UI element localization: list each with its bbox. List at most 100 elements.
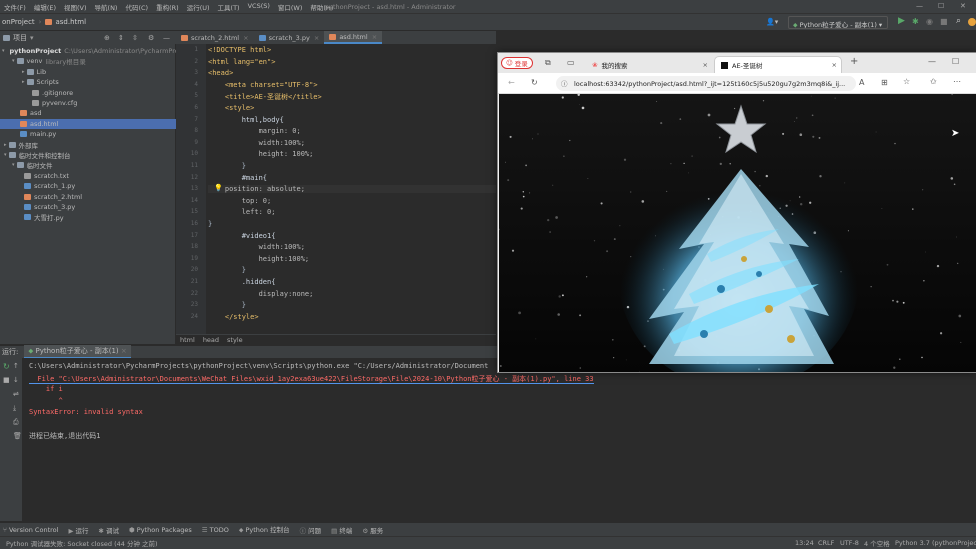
more-icon[interactable]: ⋯: [953, 77, 961, 86]
bulb-icon[interactable]: 💡: [214, 184, 223, 192]
file-encoding[interactable]: UTF-8: [840, 539, 859, 547]
hide-icon[interactable]: —: [163, 34, 170, 42]
user-icon[interactable]: 👤▾: [766, 18, 778, 26]
tab-actions-icon[interactable]: ▭: [567, 58, 575, 67]
url-field[interactable]: ⓘ localhost:63342/pythonProject/asd.html…: [556, 76, 856, 91]
tree-item[interactable]: 大雪打.py: [0, 212, 176, 222]
bottom-tab[interactable]: ⓘ 问题: [300, 525, 322, 535]
search-icon[interactable]: ⌕: [956, 16, 961, 26]
chevron-right-icon[interactable]: ▸: [22, 69, 25, 75]
down-icon[interactable]: ↓: [13, 376, 19, 384]
refresh-icon[interactable]: ↻: [531, 78, 538, 87]
locate-icon[interactable]: ⊕: [104, 34, 110, 42]
gear-icon[interactable]: ⚙: [148, 34, 154, 42]
menu-item[interactable]: 视图(V): [60, 2, 91, 12]
tree-item[interactable]: asd: [0, 108, 176, 118]
close-icon[interactable]: ✕: [960, 2, 966, 10]
project-header-label[interactable]: 项目: [13, 33, 27, 43]
run-config-tab[interactable]: ⬥ Python粒子爱心 - 副本(1) ×: [24, 345, 131, 359]
login-button[interactable]: ☺ 登录: [501, 57, 533, 69]
coverage-icon[interactable]: ◉: [926, 17, 933, 26]
chevron-right-icon[interactable]: ▸: [22, 79, 25, 85]
tree-item[interactable]: .gitignore: [0, 88, 176, 98]
chevron-right-icon[interactable]: ▸: [4, 142, 7, 148]
close-icon[interactable]: ×: [243, 34, 248, 42]
tree-item[interactable]: ▸ Scripts: [0, 77, 176, 87]
line-separator[interactable]: CRLF: [818, 539, 834, 547]
tree-item[interactable]: scratch.txt: [0, 171, 176, 181]
breadcrumb-project[interactable]: onProject: [2, 18, 35, 26]
scroll-end-icon[interactable]: ⤓: [13, 404, 16, 413]
tree-item[interactable]: asd.html: [0, 118, 176, 129]
favorite-icon[interactable]: ☆: [903, 77, 910, 86]
close-tab-icon[interactable]: ×: [703, 61, 708, 69]
bottom-tab[interactable]: ▤ 终端: [331, 525, 352, 535]
console-line[interactable]: File "C:\Users\Administrator\Documents\W…: [29, 373, 594, 384]
menu-item[interactable]: 编辑(E): [30, 2, 60, 12]
close-icon[interactable]: ×: [121, 347, 127, 355]
browser-tab-search[interactable]: ❀ 我的搜索 ×: [586, 56, 712, 73]
tree-item[interactable]: pyvenv.cfg: [0, 98, 176, 108]
run-config-select[interactable]: ⬥ Python粒子爱心 - 副本(1) ▾: [788, 16, 888, 29]
read-aloud-icon[interactable]: A: [859, 78, 864, 87]
maximize-icon[interactable]: ☐: [938, 2, 944, 10]
rerun-icon[interactable]: ↻: [3, 362, 10, 371]
bottom-tab[interactable]: ⚙ 服务: [362, 525, 383, 535]
collapse-all-icon[interactable]: ⇳: [132, 34, 138, 42]
menu-item[interactable]: 运行(U): [183, 2, 214, 12]
chevron-down-icon[interactable]: ▾: [12, 162, 15, 168]
minimize-icon[interactable]: —: [928, 57, 936, 66]
menu-item[interactable]: VCS(S): [244, 2, 274, 12]
stop-icon[interactable]: ■: [3, 376, 10, 384]
status-message[interactable]: Python 调试器失败: Socket closed (44 分钟 之前): [6, 538, 158, 548]
bottom-tab[interactable]: ⑂ Version Control: [3, 526, 58, 534]
back-icon[interactable]: ←: [508, 78, 515, 87]
tree-item[interactable]: ▾ 临时文件: [0, 160, 176, 170]
expand-all-icon[interactable]: ⇕: [118, 34, 124, 42]
app-available-icon[interactable]: ⊞: [881, 78, 888, 87]
update-icon[interactable]: [968, 18, 976, 26]
chevron-down-icon[interactable]: ▾: [12, 58, 15, 64]
bottom-tab[interactable]: ✱ 调试: [99, 525, 120, 535]
favorites-icon[interactable]: ✩: [930, 77, 937, 86]
menu-item[interactable]: 文件(F): [0, 2, 30, 12]
maximize-icon[interactable]: ☐: [952, 57, 959, 66]
tree-item[interactable]: ▾ pythonProject C:\Users\Administrator\Pyc…: [0, 46, 179, 56]
breadcrumb-file[interactable]: asd.html: [55, 18, 86, 26]
tree-item[interactable]: scratch_2.html: [0, 192, 176, 202]
editor-crumb[interactable]: html: [180, 336, 195, 344]
tree-item[interactable]: ▸ Lib: [0, 67, 176, 77]
wrap-icon[interactable]: ⇌: [13, 390, 19, 398]
menu-item[interactable]: 导航(N): [91, 2, 122, 12]
close-icon[interactable]: ×: [314, 34, 319, 42]
editor-crumb[interactable]: style: [227, 336, 243, 344]
minimize-icon[interactable]: —: [916, 2, 923, 10]
collections-icon[interactable]: ⧉: [545, 58, 551, 68]
menu-item[interactable]: 代码(C): [121, 2, 152, 12]
menu-item[interactable]: 窗口(W): [274, 2, 307, 12]
bottom-tab[interactable]: ⬥ Python 控制台: [239, 524, 290, 535]
editor-tab[interactable]: asd.html ×: [324, 31, 383, 44]
code-editor[interactable]: 1 <!DOCTYPE html> 2 <html lang="en"> 3 <head>…: [176, 44, 496, 334]
bottom-tab[interactable]: ☰ TODO: [202, 526, 229, 534]
tree-item[interactable]: scratch_1.py: [0, 181, 176, 191]
editor-crumb[interactable]: head: [203, 336, 219, 344]
run-console[interactable]: C:\Users\Administrator\PycharmProjects\p…: [0, 358, 976, 521]
tree-item[interactable]: ▾ 临时文件和控制台: [0, 150, 176, 160]
print-icon[interactable]: ⎙: [13, 418, 19, 427]
tree-item[interactable]: main.py: [0, 129, 176, 139]
interpreter[interactable]: Python 3.7 (pythonProject): [895, 539, 976, 547]
trash-icon[interactable]: 🗑: [13, 432, 22, 440]
tree-item[interactable]: scratch_3.py: [0, 202, 176, 212]
chevron-down-icon[interactable]: ▾: [4, 152, 7, 158]
close-icon[interactable]: ×: [372, 33, 377, 41]
page-viewport[interactable]: ➤: [499, 94, 976, 372]
bottom-tab[interactable]: ▶ 运行: [68, 525, 88, 535]
menu-item[interactable]: 重构(R): [152, 2, 183, 12]
editor-tab[interactable]: scratch_2.html ×: [176, 31, 254, 44]
tree-item[interactable]: ▾ venv library根目录: [0, 56, 176, 66]
browser-tab-active[interactable]: AE-圣诞树 ×: [714, 56, 842, 73]
menu-item[interactable]: 工具(T): [214, 2, 244, 12]
indent-setting[interactable]: 4 个空格: [864, 538, 890, 548]
cursor-position[interactable]: 13:24: [795, 539, 814, 547]
